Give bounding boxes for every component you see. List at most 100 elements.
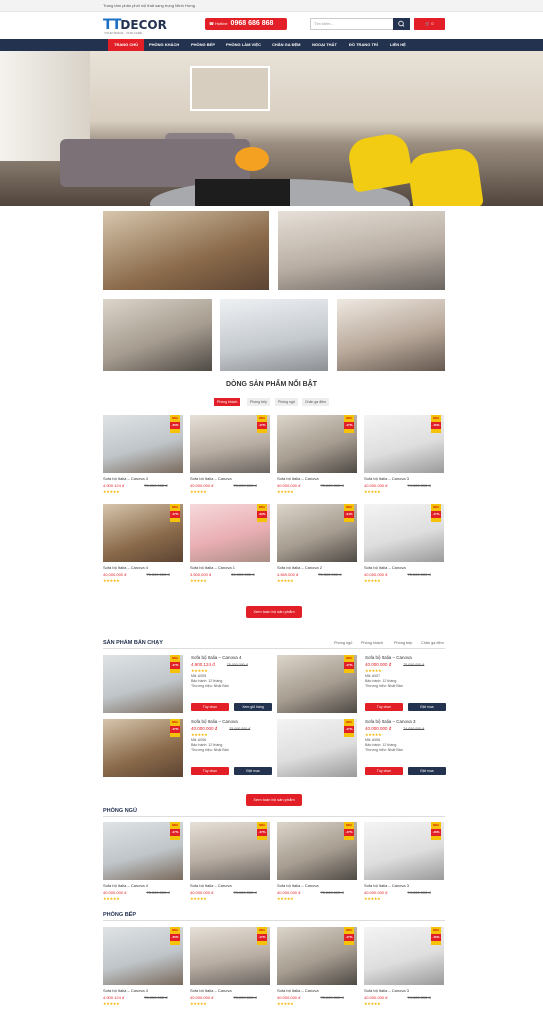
product-name[interactable]: Sofa bộ Italia – Canova bbox=[190, 476, 270, 481]
product-price: 40.000.000 đ 75.000.000 đ bbox=[190, 995, 257, 1000]
product-image[interactable]: Mới -94% bbox=[277, 504, 357, 562]
product-image[interactable]: Mới -47% bbox=[103, 655, 183, 713]
sale-badge: Mới -47% bbox=[170, 504, 180, 522]
tab-kitchen[interactable]: Phòng bếp bbox=[247, 398, 270, 406]
product-image[interactable]: Mới -47% bbox=[277, 415, 357, 473]
product-card[interactable]: Mới -47% Sofa bộ Italia – Canova 4 40.000.0… bbox=[103, 504, 183, 583]
product-image[interactable]: Mới -46% bbox=[364, 927, 444, 985]
product-image[interactable]: Mới -46% bbox=[364, 415, 444, 473]
product-name[interactable]: Sofa bộ Italia – Canova bbox=[277, 883, 357, 888]
product-card[interactable]: Mới -47% Sofa bộ Italia – Canova 40.000.000… bbox=[364, 504, 444, 583]
hero-banner[interactable] bbox=[0, 51, 543, 206]
cart-button[interactable]: 🛒 0 bbox=[414, 18, 445, 30]
product-card[interactable]: Mới -47% Sofa bộ Italia – Canova 40.000.000… bbox=[190, 415, 270, 494]
product-card[interactable]: Mới -46% Sofa bộ Italia – Canova 3 40.000.0… bbox=[364, 927, 444, 1006]
product-image[interactable]: Mới -35% bbox=[103, 415, 183, 473]
product-card[interactable]: Mới -90% Sofa bộ Italia – Canova 1 3.500.00… bbox=[190, 504, 270, 583]
options-button[interactable]: Tùy chọn bbox=[191, 703, 229, 711]
product-card[interactable]: Mới -35% Sofa bộ Italia – Canova 4 4.900.12… bbox=[103, 927, 183, 1006]
product-image[interactable]: Mới -47% bbox=[277, 822, 357, 880]
sale-badge: Mới -46% bbox=[431, 415, 441, 433]
options-button[interactable]: Tùy chọn bbox=[365, 767, 403, 775]
product-name[interactable]: Sofa bộ Italia – Canova 1 bbox=[190, 565, 270, 570]
nav-item-home[interactable]: TRANG CHỦ bbox=[108, 39, 144, 51]
product-card[interactable]: Mới -47% Sofa bộ Italia – Canova 40.000.000… bbox=[277, 822, 357, 901]
product-image[interactable]: Mới -47% bbox=[190, 822, 270, 880]
product-image[interactable]: Mới -47% bbox=[103, 822, 183, 880]
product-image[interactable]: Mới -47% bbox=[364, 504, 444, 562]
product-card[interactable]: Mới -46% Sofa bộ Italia – Canova 3 40.000.0… bbox=[364, 415, 444, 494]
sale-badge: Mới -47% bbox=[344, 927, 354, 945]
gallery-image[interactable] bbox=[278, 211, 445, 290]
view-all-button[interactable]: Xem toàn bộ sản phẩm bbox=[246, 606, 302, 618]
product-card[interactable]: Mới -47% Sofa bộ Italia – Canova 4 40.000.0… bbox=[103, 822, 183, 901]
product-name[interactable]: Sofa bộ Italia – Canova 2 bbox=[277, 565, 357, 570]
product-card[interactable]: Mới -47% Sofa bộ Italia – Canova 40.000.000… bbox=[190, 927, 270, 1006]
gallery-image[interactable] bbox=[220, 299, 328, 371]
product-image[interactable]: Mới -47% bbox=[277, 927, 357, 985]
gallery-image[interactable] bbox=[337, 299, 445, 371]
product-image[interactable]: Mới -47% bbox=[277, 719, 357, 777]
product-name[interactable]: Sofa bộ Italia – Canova bbox=[364, 565, 444, 570]
nav-item-bedding[interactable]: CHĂN GA ĐỆM bbox=[272, 39, 301, 51]
bestseller-item[interactable]: Mới -47% Sofa bộ Italia – Canova 3 40.000.0… bbox=[277, 719, 447, 777]
bestseller-tab-living[interactable]: Phòng khách bbox=[361, 641, 383, 645]
nav-item-office[interactable]: PHÒNG LÀM VIỆC bbox=[226, 39, 261, 51]
product-image[interactable]: Mới -47% bbox=[103, 719, 183, 777]
product-name[interactable]: Sofa bộ Italia – Canova 3 bbox=[364, 476, 444, 481]
bestseller-item[interactable]: Mới -47% Sofa bộ Italia – Canova 40.000.000… bbox=[277, 655, 447, 713]
view-all-button-2[interactable]: Xem toàn bộ sản phẩm bbox=[246, 794, 302, 806]
gallery-image[interactable] bbox=[103, 211, 269, 290]
product-card[interactable]: Mới -47% Sofa bộ Italia – Canova 40.000.000… bbox=[190, 822, 270, 901]
product-name[interactable]: Sofa bộ Italia – Canova 4 bbox=[103, 883, 183, 888]
product-name[interactable]: Sofa bộ Italia – Canova 4 bbox=[103, 988, 183, 993]
nav-item-outdoor[interactable]: NGOẠI THẤT bbox=[312, 39, 337, 51]
gallery-image[interactable] bbox=[103, 299, 212, 371]
tab-living-room[interactable]: Phòng khách bbox=[214, 398, 241, 406]
hero-flowers bbox=[235, 147, 269, 171]
product-image[interactable]: Mới -47% bbox=[103, 504, 183, 562]
options-button[interactable]: Tùy chọn bbox=[365, 703, 403, 711]
product-card[interactable]: Mới -47% Sofa bộ Italia – Canova 40.000.000… bbox=[277, 927, 357, 1006]
product-card[interactable]: Mới -35% Sofa bộ Italia – Canova 4 4.900.12… bbox=[103, 415, 183, 494]
logo[interactable]: TTDECOR YOUR SPACE · OUR CARE bbox=[103, 17, 173, 35]
product-image[interactable]: Mới -47% bbox=[190, 927, 270, 985]
bestseller-item[interactable]: Mới -47% Sofa bộ Italia – Canova 40.000.000… bbox=[103, 719, 273, 777]
tab-bedding[interactable]: Chăn ga đệm bbox=[302, 398, 330, 406]
rating-stars: ★★★★★ bbox=[364, 896, 381, 901]
hotline-box[interactable]: ☎ Hotline 0968 686 868 bbox=[205, 18, 287, 30]
nav-item-living-room[interactable]: PHÒNG KHÁCH bbox=[149, 39, 179, 51]
bestseller-tab-bedding[interactable]: Chăn ga đệm bbox=[421, 641, 444, 645]
product-image[interactable]: Mới -46% bbox=[364, 822, 444, 880]
options-button[interactable]: Tùy chọn bbox=[191, 767, 229, 775]
product-image[interactable]: Mới -47% bbox=[277, 655, 357, 713]
product-name[interactable]: Sofa bộ Italia – Canova 4 bbox=[103, 565, 183, 570]
product-name[interactable]: Sofa bộ Italia – Canova bbox=[190, 883, 270, 888]
bestseller-item[interactable]: Mới -47% Sofa bộ Italia – Canova 4 4.900.12… bbox=[103, 655, 273, 713]
bestseller-tab-bedroom[interactable]: Phòng ngủ bbox=[334, 641, 352, 645]
product-image[interactable]: Mới -90% bbox=[190, 504, 270, 562]
product-code: Mã: A006 bbox=[365, 738, 381, 742]
product-name[interactable]: Sofa bộ Italia – Canova bbox=[277, 476, 357, 481]
nav-item-decor[interactable]: ĐỒ TRANG TRÍ bbox=[349, 39, 378, 51]
nav-item-contact[interactable]: LIÊN HỆ bbox=[390, 39, 406, 51]
buy-button[interactable]: Xem giỏ hàng bbox=[234, 703, 272, 711]
product-name[interactable]: Sofa bộ Italia – Canova bbox=[277, 988, 357, 993]
product-card[interactable]: Mới -47% Sofa bộ Italia – Canova 40.000.000… bbox=[277, 415, 357, 494]
product-name[interactable]: Sofa bộ Italia – Canova bbox=[190, 988, 270, 993]
product-image[interactable]: Mới -35% bbox=[103, 927, 183, 985]
old-price: 75.000.000 đ bbox=[403, 663, 425, 667]
buy-button[interactable]: Đặt mua bbox=[234, 767, 272, 775]
product-name[interactable]: Sofa bộ Italia – Canova 4 bbox=[103, 476, 183, 481]
product-name[interactable]: Sofa bộ Italia – Canova 3 bbox=[364, 883, 444, 888]
search-button[interactable] bbox=[393, 18, 410, 30]
buy-button[interactable]: Đặt mua bbox=[408, 703, 446, 711]
product-image[interactable]: Mới -47% bbox=[190, 415, 270, 473]
buy-button[interactable]: Đặt mua bbox=[408, 767, 446, 775]
product-name[interactable]: Sofa bộ Italia – Canova 3 bbox=[364, 988, 444, 993]
nav-item-kitchen[interactable]: PHÒNG BẾP bbox=[191, 39, 215, 51]
bestseller-tab-kitchen[interactable]: Phòng bếp bbox=[394, 641, 412, 645]
product-card[interactable]: Mới -46% Sofa bộ Italia – Canova 3 40.000.0… bbox=[364, 822, 444, 901]
tab-bedroom[interactable]: Phòng ngủ bbox=[275, 398, 298, 406]
product-card[interactable]: Mới -94% Sofa bộ Italia – Canova 2 4.569.00… bbox=[277, 504, 357, 583]
